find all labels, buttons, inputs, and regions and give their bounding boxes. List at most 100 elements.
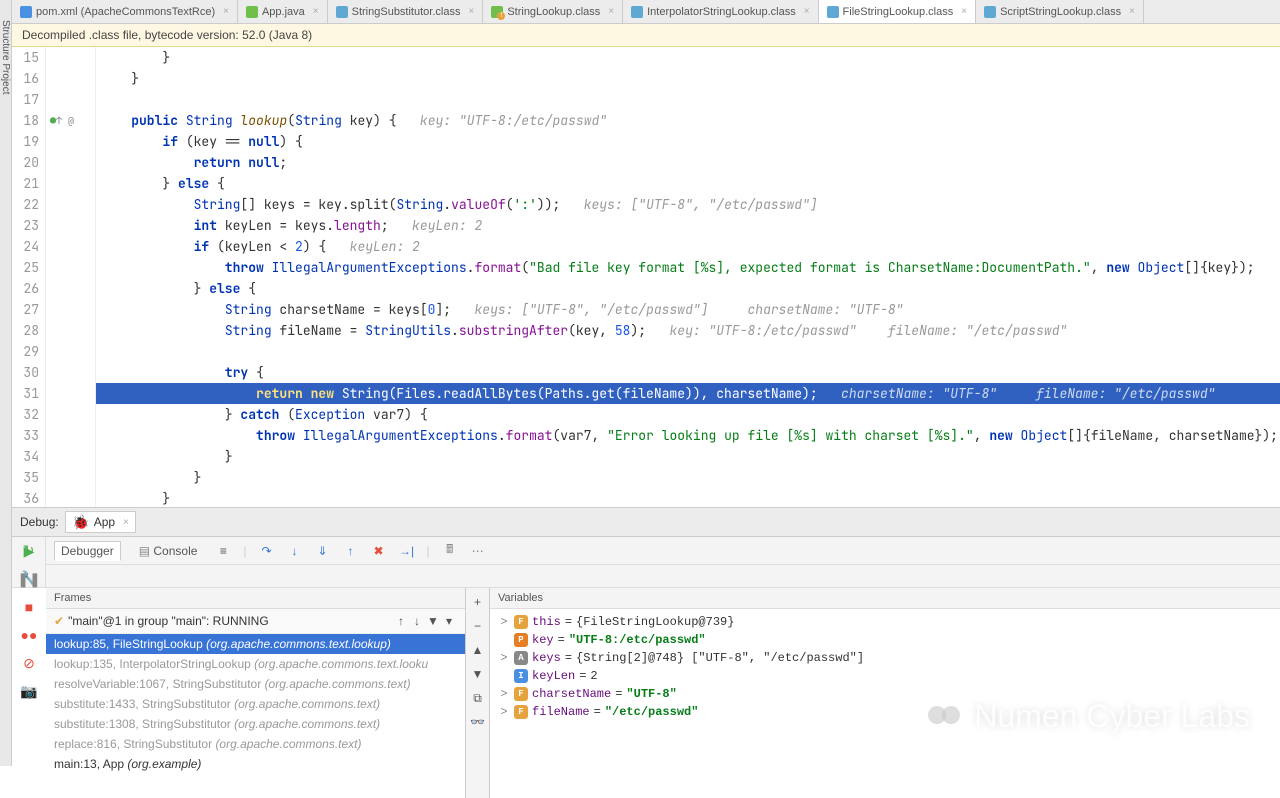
debug-panels: Frames ✔ "main"@1 in group "main": RUNNI… <box>46 588 1280 798</box>
frames-side-controls: + − ▲ ▼ ⧉ 👓 <box>466 588 490 798</box>
stack-frame-row[interactable]: substitute:1308, StringSubstitutor (org.… <box>46 714 465 734</box>
expand-icon[interactable] <box>498 669 510 683</box>
stack-frame-row[interactable]: lookup:135, InterpolatorStringLookup (or… <box>46 654 465 674</box>
variable-row[interactable]: >F charsetName = "UTF-8" <box>494 685 1276 703</box>
file-type-icon <box>631 6 643 18</box>
thread-selector[interactable]: ✔ "main"@1 in group "main": RUNNING ↑ ↓ … <box>46 609 465 634</box>
tab-label: StringSubstitutor.class <box>352 6 461 18</box>
console-tab[interactable]: ▤ Console <box>133 542 204 560</box>
mute-breakpoints-icon[interactable]: ⊘ <box>20 654 38 672</box>
variable-row[interactable]: >A keys = {String[2]@748} ["UTF-8", "/et… <box>494 649 1276 667</box>
editor-tab[interactable]: ScriptStringLookup.class× <box>976 0 1144 23</box>
close-icon[interactable]: × <box>313 6 319 17</box>
debugger-tab[interactable]: Debugger <box>54 541 121 561</box>
debug-toolbar: ↻ 🔧 Debugger ▤ Console ≡ | ↷ ↓ ⇓ ↑ ✖ →| … <box>12 537 1280 588</box>
editor-tab[interactable]: StringSubstitutor.class × <box>328 0 484 23</box>
variable-row[interactable]: >F this = {FileStringLookup@739} <box>494 613 1276 631</box>
decompiled-banner: Decompiled .class file, bytecode version… <box>12 24 1280 47</box>
project-tool-strip[interactable]: Structure Project <box>0 0 12 766</box>
var-type-icon: F <box>514 615 528 629</box>
expand-icon[interactable]: > <box>498 651 510 665</box>
force-step-into-icon[interactable]: ⇓ <box>315 543 331 559</box>
editor-tab[interactable]: App.java × <box>238 0 328 23</box>
debug-tool-window-header[interactable]: Debug: 🐞 App × <box>12 507 1280 537</box>
file-type-icon <box>336 6 348 18</box>
step-out-icon[interactable]: ↑ <box>343 543 359 559</box>
trace-icon[interactable]: ⋯ <box>470 543 486 559</box>
expand-icon[interactable]: > <box>498 705 510 719</box>
tab-label: InterpolatorStringLookup.class <box>647 6 796 18</box>
icon-gutter: ●↑ @ <box>46 47 96 507</box>
file-type-icon <box>827 6 839 18</box>
drop-frame-icon[interactable]: ✖ <box>371 543 387 559</box>
line-number-gutter: 1516171819202122232425262728293031323334… <box>12 47 46 507</box>
file-type-icon <box>984 6 996 18</box>
frames-header: Frames <box>46 588 465 609</box>
file-type-icon <box>246 6 258 18</box>
stack-frame-row[interactable]: replace:816, StringSubstitutor (org.apac… <box>46 734 465 754</box>
down-icon[interactable]: ▼ <box>470 666 486 682</box>
variable-row[interactable]: >F fileName = "/etc/passwd" <box>494 703 1276 721</box>
resume-icon[interactable]: ▶ <box>20 542 38 560</box>
variable-row[interactable]: I keyLen = 2 <box>494 667 1276 685</box>
close-icon[interactable]: × <box>123 517 129 528</box>
stack-frame-row[interactable]: lookup:85, FileStringLookup (org.apache.… <box>46 634 465 654</box>
up-icon[interactable]: ▲ <box>470 642 486 658</box>
code-editor[interactable]: 1516171819202122232425262728293031323334… <box>12 47 1280 507</box>
variable-row[interactable]: P key = "UTF-8:/etc/passwd" <box>494 631 1276 649</box>
variables-tree[interactable]: >F this = {FileStringLookup@739} P key =… <box>490 609 1280 798</box>
stack-frame-row[interactable]: resolveVariable:1067, StringSubstitutor … <box>46 674 465 694</box>
camera-icon[interactable]: 📷 <box>20 682 38 700</box>
close-icon[interactable]: × <box>468 6 474 17</box>
check-icon: ✔ <box>54 614 64 628</box>
var-type-icon: F <box>514 687 528 701</box>
close-icon[interactable]: × <box>961 6 967 17</box>
editor-tab[interactable]: FileStringLookup.class × <box>819 0 977 23</box>
tab-label: pom.xml (ApacheCommonsTextRce) <box>36 6 215 18</box>
variables-panel: Variables >F this = {FileStringLookup@73… <box>490 588 1280 798</box>
glasses-icon[interactable]: 👓 <box>470 714 486 730</box>
thread-status-text: "main"@1 in group "main": RUNNING <box>68 614 393 628</box>
tab-label: App.java <box>262 6 305 18</box>
view-breakpoints-icon[interactable]: ●● <box>20 626 38 644</box>
var-type-icon: F <box>514 705 528 719</box>
prev-frame-icon[interactable]: ↑ <box>393 613 409 629</box>
expand-icon[interactable]: > <box>498 687 510 701</box>
stack-frame-row[interactable]: main:13, App (org.example) <box>46 754 465 774</box>
filter-icon[interactable]: ▼ <box>425 613 441 629</box>
close-icon[interactable]: × <box>608 6 614 17</box>
close-icon[interactable]: × <box>223 6 229 17</box>
editor-tab[interactable]: StringLookup.class × <box>483 0 623 23</box>
debug-config-tab[interactable]: 🐞 App × <box>65 511 136 533</box>
code-area[interactable]: } } public String lookup(String key) { k… <box>96 47 1280 507</box>
close-icon[interactable]: × <box>804 6 810 17</box>
debug-side-buttons: ▶ ❚❚ ■ ●● ⊘ 📷 <box>12 538 46 700</box>
step-into-icon[interactable]: ↓ <box>287 543 303 559</box>
remove-watch-icon[interactable]: − <box>470 618 486 634</box>
editor-tab[interactable]: InterpolatorStringLookup.class × <box>623 0 818 23</box>
evaluate-icon[interactable]: 🖩 <box>442 543 458 559</box>
threads-icon[interactable]: ≡ <box>215 543 231 559</box>
chevron-down-icon[interactable]: ▾ <box>441 613 457 629</box>
stop-icon[interactable]: ■ <box>20 598 38 616</box>
var-type-icon: A <box>514 651 528 665</box>
step-over-icon[interactable]: ↷ <box>259 543 275 559</box>
run-to-cursor-icon[interactable]: →| <box>399 543 415 559</box>
editor-tab[interactable]: pom.xml (ApacheCommonsTextRce) × <box>12 0 238 23</box>
add-watch-icon[interactable]: + <box>470 594 486 610</box>
bug-icon: 🐞 <box>72 513 90 531</box>
expand-icon[interactable] <box>498 633 510 647</box>
next-frame-icon[interactable]: ↓ <box>409 613 425 629</box>
frames-list[interactable]: lookup:85, FileStringLookup (org.apache.… <box>46 634 465 798</box>
expand-icon[interactable]: > <box>498 615 510 629</box>
editor-tabs: pom.xml (ApacheCommonsTextRce) × App.java ×… <box>12 0 1280 24</box>
var-type-icon: P <box>514 633 528 647</box>
stack-frame-row[interactable]: substitute:1433, StringSubstitutor (org.… <box>46 694 465 714</box>
file-type-icon <box>491 6 503 18</box>
copy-icon[interactable]: ⧉ <box>470 690 486 706</box>
tab-label: FileStringLookup.class <box>843 6 954 18</box>
debug-config-name: App <box>94 515 115 529</box>
close-icon[interactable]: × <box>1129 6 1135 17</box>
pause-icon[interactable]: ❚❚ <box>20 570 38 588</box>
tab-label: StringLookup.class <box>507 6 600 18</box>
